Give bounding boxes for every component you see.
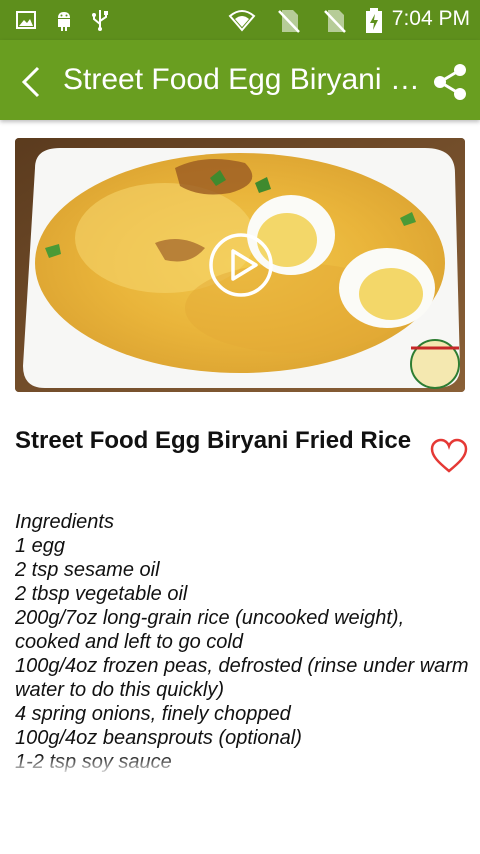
ingredient-item: 2 tsp sesame oil [15,559,160,581]
app-bar-title: Street Food Egg Biryani Fried Rice [63,63,423,96]
ingredients-heading: Ingredients [15,511,114,533]
image-icon [14,8,38,37]
ingredient-item: 100g/4oz beansprouts (optional) [15,727,302,749]
favorite-button[interactable] [430,438,468,474]
status-time: 7:04 PM [391,7,470,30]
battery-charging-icon [364,8,384,39]
share-icon [428,64,472,108]
app-bar: Street Food Egg Biryani Fried Rice [0,40,480,120]
status-bar: 7:04 PM [0,0,480,40]
play-icon [208,233,274,302]
recipe-video-thumbnail[interactable] [15,138,465,392]
back-arrow-icon [12,66,52,106]
no-sim-icon [322,8,348,39]
ingredient-item: 200g/7oz long-grain rice (uncooked weigh… [15,607,405,653]
usb-icon [88,8,112,37]
ingredient-item: 2 tbsp vegetable oil [15,583,188,605]
play-button[interactable] [208,232,274,298]
recipe-title: Street Food Egg Biryani Fried Rice [15,427,412,454]
ingredient-item: 4 spring onions, finely chopped [15,703,291,725]
heart-outline-icon [430,438,468,478]
share-button[interactable] [428,60,472,104]
back-button[interactable] [12,62,52,102]
android-icon [52,8,76,37]
ingredient-item: 100g/4oz frozen peas, defrosted (rinse u… [15,655,469,701]
scroll-fade [0,755,480,785]
no-sim-icon [276,8,302,39]
ingredient-item: 1 egg [15,535,66,557]
ingredients-list: Ingredients 1 egg 2 tsp sesame oil 2 tbs… [15,510,470,778]
wifi-icon [228,8,256,37]
